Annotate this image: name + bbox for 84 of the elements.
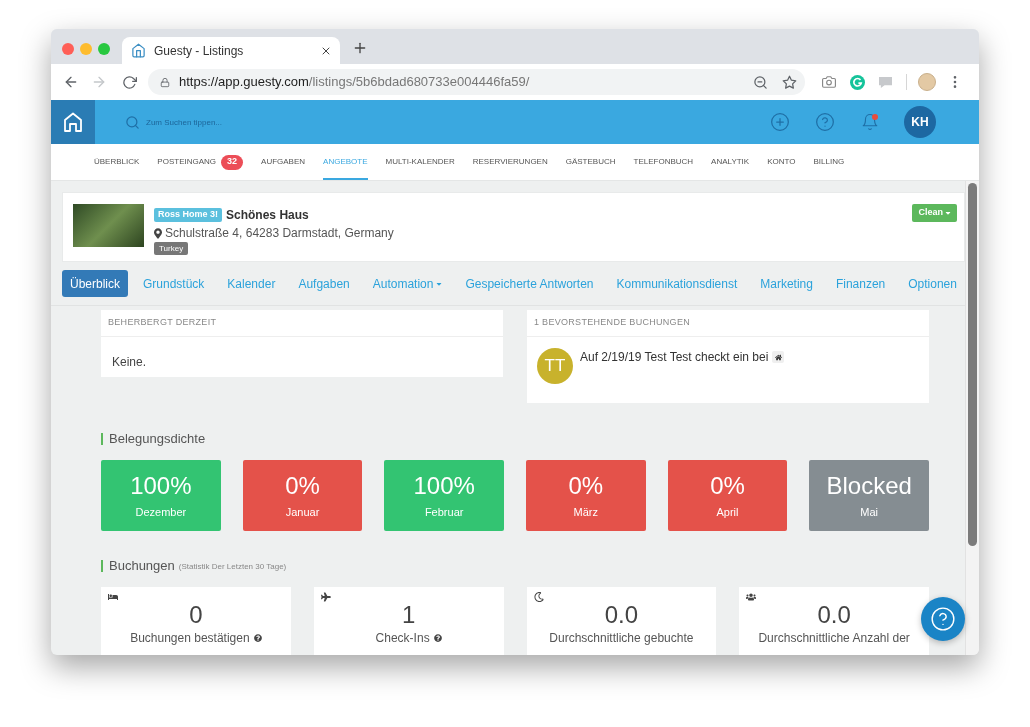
help-button[interactable] xyxy=(815,112,835,132)
stat-value: 0.0 xyxy=(817,602,851,628)
tile-value: 0% xyxy=(710,472,745,500)
card-title: BEHERBERGT DERZEIT xyxy=(108,316,217,330)
tag-label: Turkey xyxy=(154,242,189,255)
stat-label: Buchungen bestätigen xyxy=(130,630,250,646)
lock-icon xyxy=(160,76,170,88)
nav-tab[interactable]: MULTI-KALENDER xyxy=(385,144,455,180)
map-marker-icon xyxy=(154,227,162,239)
plus-circle-icon xyxy=(770,112,790,132)
tile-label: Januar xyxy=(285,505,320,519)
stat-value: 0 xyxy=(189,602,203,628)
stat-value: 1 xyxy=(401,602,416,628)
section-accent-bar xyxy=(101,560,103,572)
stat-label: Check-Ins xyxy=(375,630,430,646)
nav-tab[interactable]: POSTEINGANG 32 xyxy=(157,144,244,180)
guest-initials-avatar: TT xyxy=(537,348,573,384)
moon-icon xyxy=(533,592,544,602)
section-subtitle: (Statistik Der Letzten 30 Tage) xyxy=(178,561,287,573)
card-title: 1 BEVORSTEHENDE BUCHUNGEN xyxy=(534,316,691,330)
home-button[interactable] xyxy=(51,100,95,144)
section-title: Belegungsdichte xyxy=(109,432,206,446)
stat-value: 0.0 xyxy=(604,602,639,628)
tile-label: Februar xyxy=(424,505,464,519)
search-icon xyxy=(125,114,140,130)
tile-value: 100% xyxy=(413,472,475,500)
nav-tab[interactable]: ANALYTIK xyxy=(711,144,750,180)
window-close-button[interactable] xyxy=(62,43,74,55)
forward-arrow-icon xyxy=(91,74,107,90)
star-icon[interactable] xyxy=(782,74,797,90)
listing-title: Schönes Haus xyxy=(226,207,309,224)
card-text: Keine. xyxy=(112,355,147,369)
chat-extension-icon xyxy=(877,75,893,89)
bed-icon xyxy=(108,592,118,602)
address-text: Schulstraße 4, 64283 Darmstadt, Germany xyxy=(165,225,394,241)
add-button[interactable] xyxy=(770,112,790,132)
home-icon xyxy=(131,43,146,58)
photo-placeholder xyxy=(73,204,144,247)
camera-icon xyxy=(822,75,836,89)
window-maximize-button[interactable] xyxy=(98,43,110,55)
home-icon xyxy=(772,351,785,363)
caret-icon xyxy=(945,209,951,217)
nav-tab[interactable]: RESERVIERUNGEN xyxy=(472,144,548,180)
nav-tab[interactable]: TELEFONBUCH xyxy=(633,144,694,180)
tile-label: Mai xyxy=(860,505,878,519)
property-badge: Ross Home 3! xyxy=(154,208,223,222)
tile-label: April xyxy=(716,505,739,519)
reload-icon xyxy=(121,74,137,90)
tile-label: Dezember xyxy=(135,505,187,519)
section-title: Buchungen xyxy=(109,559,175,573)
extension-icon xyxy=(849,74,865,90)
bell-icon xyxy=(861,113,879,131)
section-accent-bar xyxy=(101,433,103,445)
count-badge: 32 xyxy=(221,154,244,170)
zoom-out-icon[interactable] xyxy=(753,74,768,90)
booking-text: Auf 2/19/19 Test Test checkt ein bei xyxy=(580,349,769,365)
help-icon xyxy=(815,112,835,132)
help-chat-button[interactable] xyxy=(921,597,965,641)
stat-label: Durchschnittliche Anzahl der xyxy=(758,630,910,646)
window-minimize-button[interactable] xyxy=(80,43,92,55)
nav-tab[interactable]: BILLING xyxy=(813,144,845,180)
back-arrow-icon xyxy=(63,74,79,90)
notifications-button[interactable] xyxy=(860,112,880,132)
browser-tab[interactable]: Guesty - Listings xyxy=(122,37,340,64)
scrollbar-thumb[interactable] xyxy=(968,183,977,546)
help-icon xyxy=(930,606,956,632)
nav-tab[interactable]: ÜBERBLICK xyxy=(94,144,140,180)
tile-value: Blocked xyxy=(826,472,912,500)
tile-value: 0% xyxy=(285,472,320,500)
house-logo-icon xyxy=(63,112,83,132)
search-field[interactable]: Zum Suchen tippen... xyxy=(146,112,446,132)
nav-tab[interactable]: AUFGABEN xyxy=(261,144,306,180)
address-bar[interactable]: https://app.guesty.com/listings/5b6bdad680733e004446fa59/ xyxy=(148,69,805,95)
profile-avatar-icon xyxy=(918,73,936,91)
user-avatar[interactable]: KH xyxy=(904,106,936,138)
section-tab[interactable]: Überblick xyxy=(62,270,128,297)
tile-label: März xyxy=(573,505,599,519)
plane-icon xyxy=(320,592,331,602)
tile-value: 100% xyxy=(130,472,192,500)
stat-label: Durchschnittliche gebuchte xyxy=(549,630,694,646)
tile-value: 0% xyxy=(568,472,604,500)
nav-tab[interactable]: GÄSTEBUCH xyxy=(565,144,616,180)
users-icon xyxy=(746,592,757,602)
nav-tab[interactable]: KONTO xyxy=(767,144,796,180)
